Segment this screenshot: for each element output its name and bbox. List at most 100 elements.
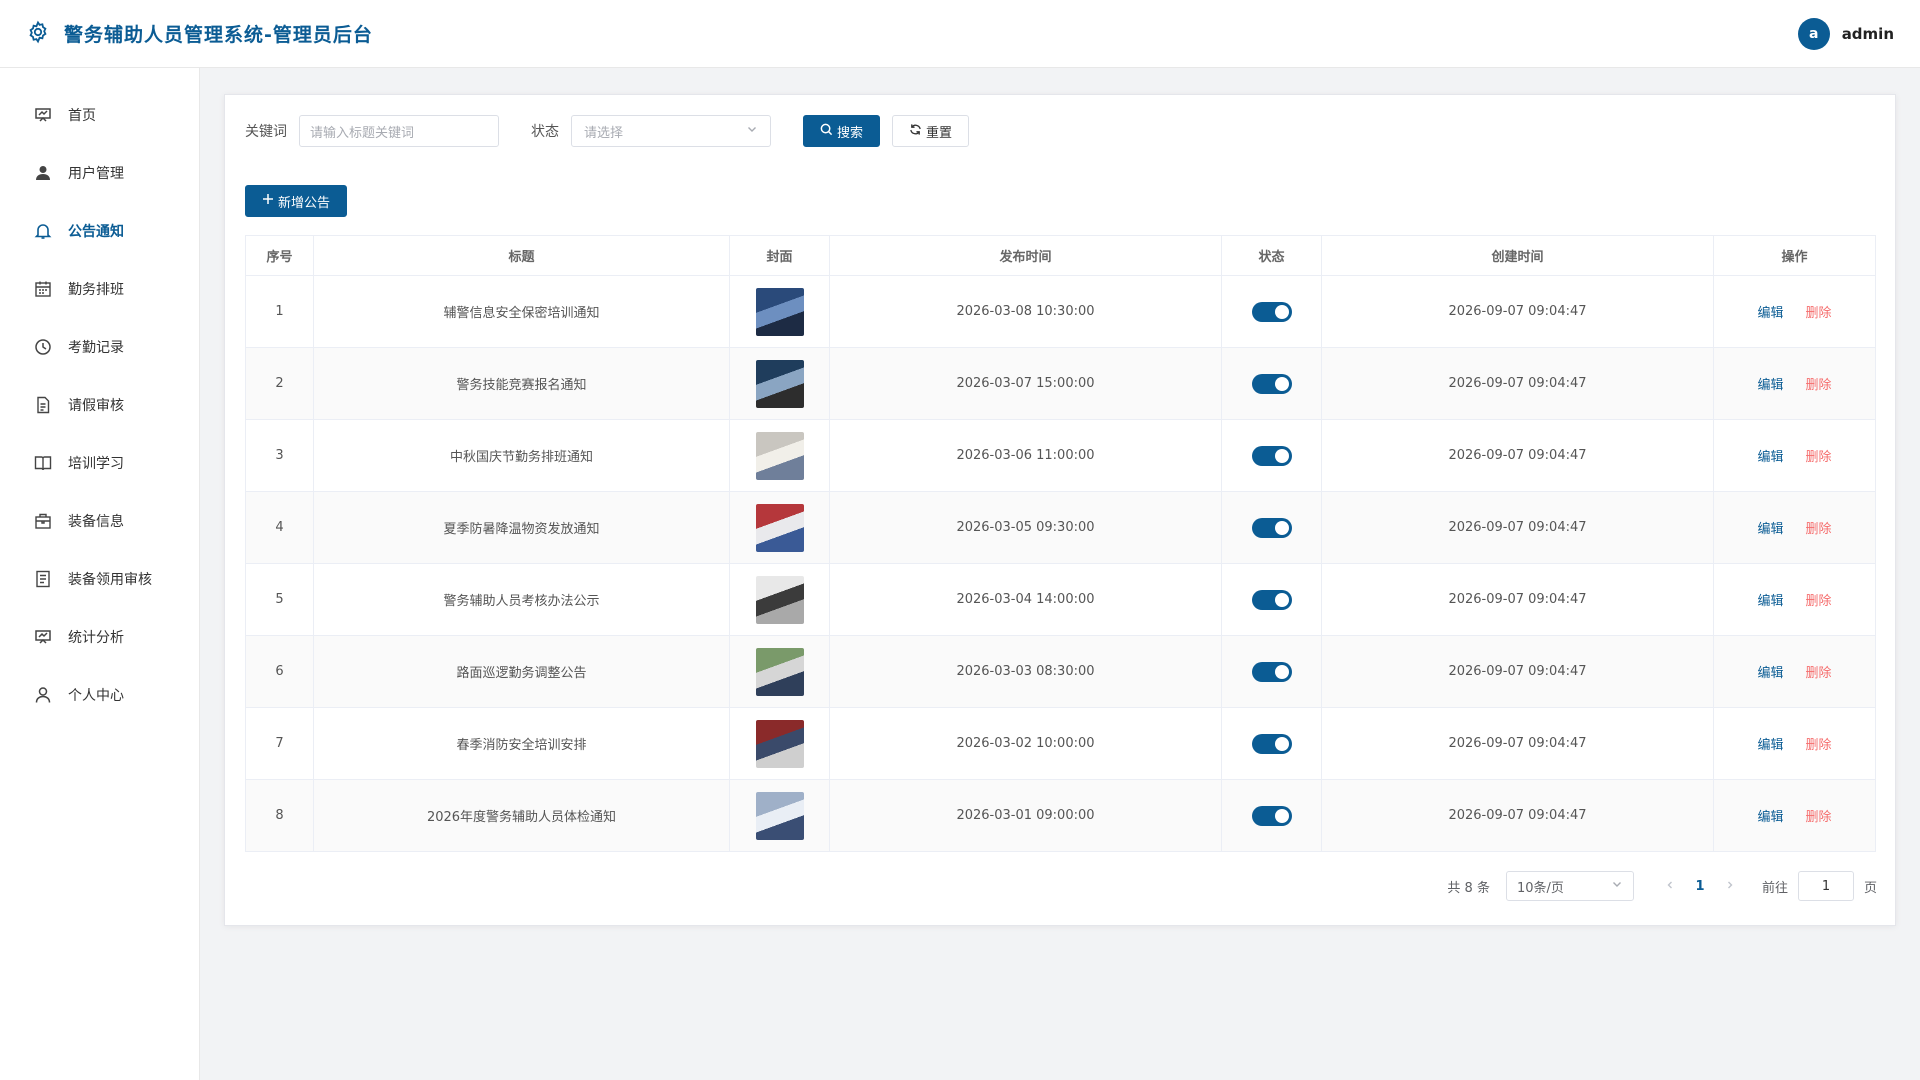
cover-thumbnail[interactable] (755, 503, 804, 552)
sidebar-item-statistics[interactable]: 统计分析 (0, 608, 199, 666)
cell-actions: 编辑 删除 (1713, 563, 1876, 636)
status-toggle[interactable] (1251, 301, 1292, 322)
goto-page-input[interactable]: 1 (1797, 871, 1854, 901)
cell-title: 2026年度警务辅助人员体检通知 (313, 779, 730, 852)
edit-button[interactable]: 编辑 (1757, 446, 1783, 465)
cover-thumbnail[interactable] (755, 791, 804, 840)
cell-status (1221, 635, 1322, 708)
sidebar-item-training[interactable]: 培训学习 (0, 434, 199, 492)
gear-icon[interactable] (26, 20, 50, 48)
username[interactable]: admin (1842, 25, 1894, 43)
search-button[interactable]: 搜索 (803, 115, 881, 147)
col-header-cover[interactable]: 封面 (729, 235, 830, 276)
edit-button[interactable]: 编辑 (1757, 518, 1783, 537)
cell-title: 夏季防暑降温物资发放通知 (313, 491, 730, 564)
cover-thumbnail[interactable] (755, 575, 804, 624)
sidebar-item-label: 个人中心 (68, 688, 124, 704)
delete-button[interactable]: 删除 (1806, 446, 1832, 465)
delete-button[interactable]: 删除 (1806, 734, 1832, 753)
cell-cover (729, 707, 830, 780)
search-icon (820, 123, 833, 140)
sidebar-item-attendance[interactable]: 考勤记录 (0, 318, 199, 376)
edit-button[interactable]: 编辑 (1757, 590, 1783, 609)
status-toggle[interactable] (1251, 445, 1292, 466)
cell-no: 8 (245, 779, 314, 852)
status-toggle[interactable] (1251, 373, 1292, 394)
avatar[interactable]: a (1797, 17, 1830, 50)
sidebar-item-label: 请假审核 (68, 398, 124, 414)
col-header-publish-time[interactable]: 发布时间 (829, 235, 1222, 276)
cell-actions: 编辑 删除 (1713, 635, 1876, 708)
delete-button[interactable]: 删除 (1806, 590, 1832, 609)
status-select[interactable]: 请选择 (571, 115, 771, 147)
col-header-created-time[interactable]: 创建时间 (1321, 235, 1714, 276)
cell-actions: 编辑 删除 (1713, 491, 1876, 564)
cover-thumbnail[interactable] (755, 647, 804, 696)
status-toggle[interactable] (1251, 661, 1292, 682)
cell-status (1221, 347, 1322, 420)
cover-thumbnail[interactable] (755, 359, 804, 408)
sidebar-item-schedule[interactable]: 勤务排班 (0, 260, 199, 318)
delete-button[interactable]: 删除 (1806, 374, 1832, 393)
keyword-input[interactable]: 请输入标题关键词 (299, 115, 499, 147)
cover-thumbnail[interactable] (755, 719, 804, 768)
sidebar-item-home[interactable]: 首页 (0, 86, 199, 144)
edit-button[interactable]: 编辑 (1757, 374, 1783, 393)
sidebar-item-profile[interactable]: 个人中心 (0, 666, 199, 724)
next-page-button[interactable] (1720, 879, 1740, 894)
cell-status (1221, 419, 1322, 492)
goto-page-value: 1 (1821, 878, 1831, 894)
chevron-left-icon (1667, 881, 1672, 888)
status-toggle[interactable] (1251, 517, 1292, 538)
col-header-no[interactable]: 序号 (245, 235, 314, 276)
cell-cover (729, 419, 830, 492)
filter-bar: 关键词 请输入标题关键词 状态 请选择 搜索 重置 (245, 115, 1875, 147)
sidebar-item-leave[interactable]: 请假审核 (0, 376, 199, 434)
top-header: 警务辅助人员管理系统-管理员后台 a admin (0, 0, 1920, 68)
refresh-icon (909, 123, 922, 140)
sidebar-item-notices[interactable]: 公告通知 (0, 202, 199, 260)
add-notice-button[interactable]: 新增公告 (245, 185, 347, 217)
cell-title: 中秋国庆节勤务排班通知 (313, 419, 730, 492)
app-title: 警务辅助人员管理系统-管理员后台 (64, 24, 373, 46)
cell-title: 路面巡逻勤务调整公告 (313, 635, 730, 708)
status-toggle[interactable] (1251, 589, 1292, 610)
cover-thumbnail[interactable] (755, 431, 804, 480)
page-suffix: 页 (1863, 880, 1877, 896)
status-placeholder: 请选择 (584, 125, 624, 141)
edit-button[interactable]: 编辑 (1757, 302, 1783, 321)
page-number-current[interactable]: 1 (1680, 879, 1720, 894)
page-size-select[interactable]: 10条/页 (1505, 871, 1634, 901)
cell-publish-time: 2026-03-05 09:30:00 (829, 491, 1222, 564)
reset-button[interactable]: 重置 (892, 115, 970, 147)
delete-button[interactable]: 删除 (1806, 518, 1832, 537)
delete-button[interactable]: 删除 (1806, 662, 1832, 681)
sidebar-item-users[interactable]: 用户管理 (0, 144, 199, 202)
cell-cover (729, 635, 830, 708)
delete-button[interactable]: 删除 (1806, 302, 1832, 321)
user-menu[interactable]: a admin (1797, 17, 1894, 50)
list-icon (36, 570, 50, 588)
cell-publish-time: 2026-03-01 09:00:00 (829, 779, 1222, 852)
prev-page-button[interactable] (1660, 879, 1680, 894)
cell-no: 1 (245, 275, 314, 348)
cover-thumbnail[interactable] (755, 287, 804, 336)
sidebar-item-label: 考勤记录 (68, 340, 124, 356)
cell-title: 春季消防安全培训安排 (313, 707, 730, 780)
edit-button[interactable]: 编辑 (1757, 734, 1783, 753)
cell-created-time: 2026-09-07 09:04:47 (1321, 347, 1714, 420)
status-toggle[interactable] (1251, 805, 1292, 826)
col-header-status[interactable]: 状态 (1221, 235, 1322, 276)
sidebar-item-equipment[interactable]: 装备信息 (0, 492, 199, 550)
edit-button[interactable]: 编辑 (1757, 662, 1783, 681)
edit-button[interactable]: 编辑 (1757, 806, 1783, 825)
sidebar-item-label: 勤务排班 (68, 282, 124, 298)
cell-title: 警务辅助人员考核办法公示 (313, 563, 730, 636)
status-toggle[interactable] (1251, 733, 1292, 754)
sidebar-item-equipment-review[interactable]: 装备领用审核 (0, 550, 199, 608)
user-icon (36, 166, 50, 180)
table-row: 8 2026年度警务辅助人员体检通知 2026-03-01 09:00:00 2… (245, 779, 1876, 852)
col-header-title[interactable]: 标题 (313, 235, 730, 276)
sidebar-item-label: 用户管理 (68, 166, 124, 182)
delete-button[interactable]: 删除 (1806, 806, 1832, 825)
